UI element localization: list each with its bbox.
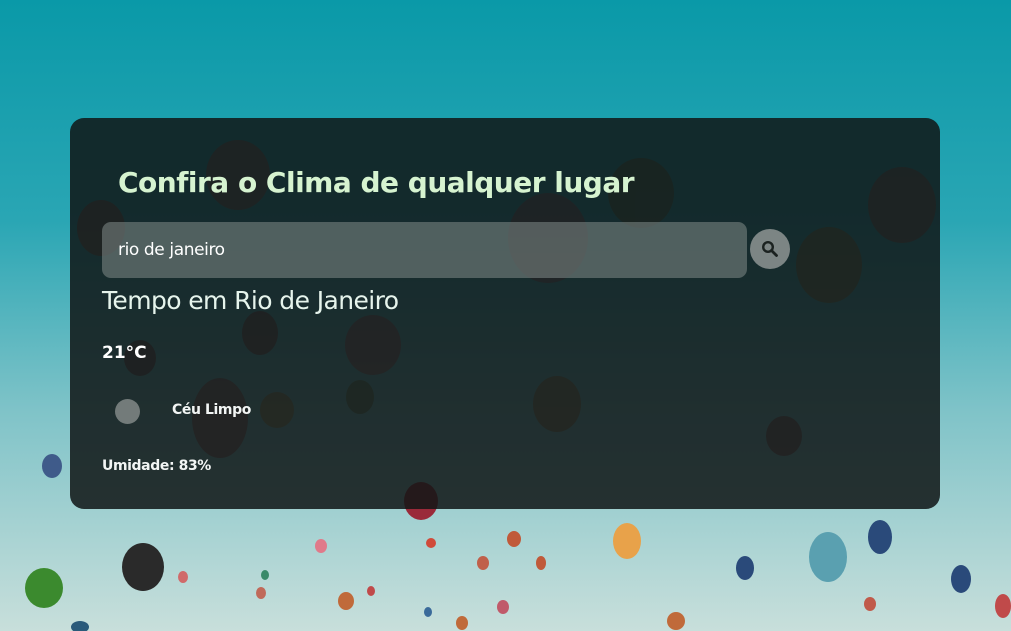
search-button[interactable] xyxy=(750,229,790,269)
page-title: Confira o Clima de qualquer lugar xyxy=(118,166,635,199)
search-icon xyxy=(761,240,778,257)
weather-condition-text: Céu Limpo xyxy=(172,402,251,418)
temperature-value: 21°C xyxy=(102,343,147,363)
humidity-value: Umidade: 83% xyxy=(102,458,211,474)
weather-condition-icon xyxy=(115,399,140,424)
weather-card: Confira o Clima de qualquer lugar Tempo … xyxy=(70,118,940,509)
search-input[interactable] xyxy=(102,222,747,278)
city-heading: Tempo em Rio de Janeiro xyxy=(102,286,399,315)
